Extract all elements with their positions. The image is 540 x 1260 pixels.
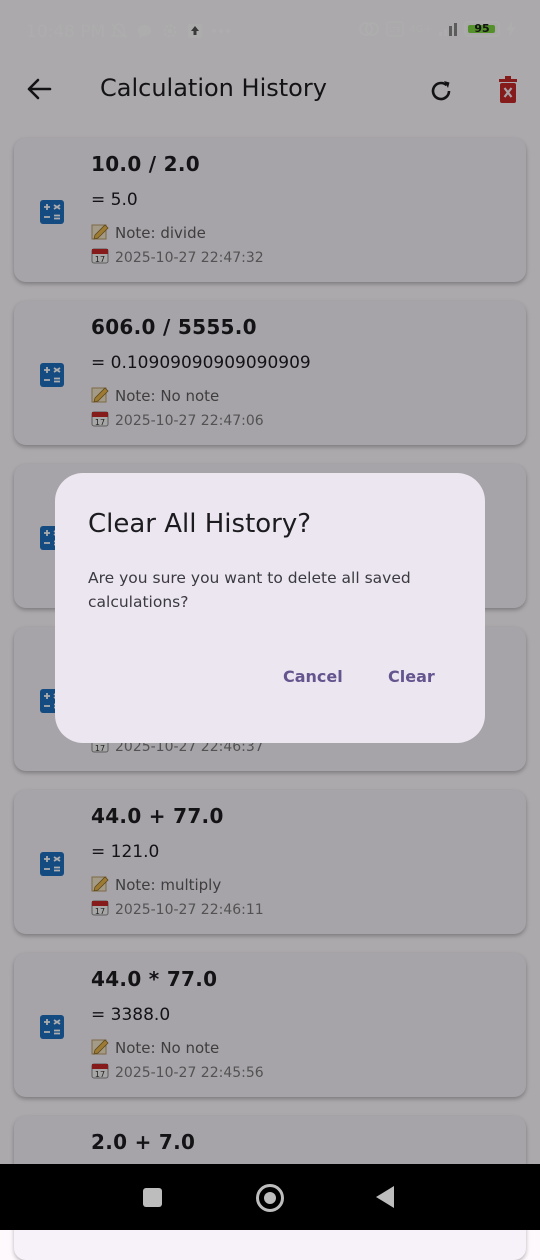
dialog-message: Are you sure you want to delete all save… (88, 569, 411, 611)
cancel-button[interactable]: Cancel (283, 667, 343, 686)
clear-history-dialog: Clear All History? Are you sure you want… (55, 473, 485, 743)
recents-button[interactable] (143, 1188, 162, 1207)
dialog-title: Clear All History? (88, 509, 312, 539)
home-button[interactable] (256, 1184, 284, 1212)
clear-button[interactable]: Clear (388, 667, 435, 686)
nav-back-button[interactable] (376, 1186, 394, 1208)
system-nav-bar (0, 1164, 540, 1230)
